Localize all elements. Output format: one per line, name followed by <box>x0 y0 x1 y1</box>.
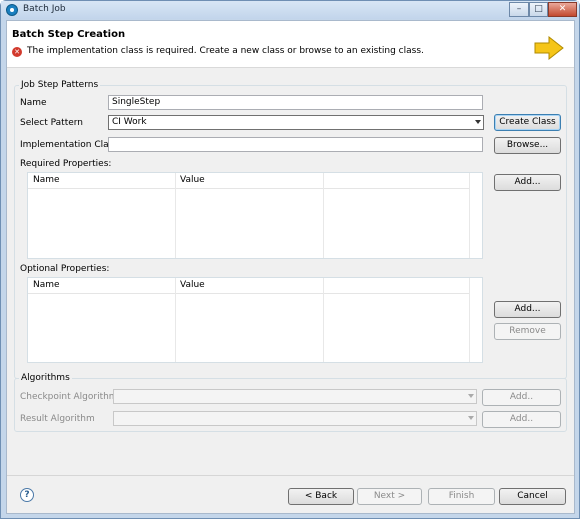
select-pattern-value: CI Work <box>112 117 147 127</box>
chevron-down-icon <box>475 120 481 124</box>
column-divider <box>323 173 324 258</box>
next-button[interactable]: Next > <box>357 488 422 505</box>
maximize-button[interactable]: □ <box>529 2 548 17</box>
title-bar[interactable]: Batch Job – □ ✕ <box>1 1 579 19</box>
checkpoint-add-button[interactable]: Add.. <box>482 389 561 406</box>
result-algorithm-label: Result Algorithm <box>20 414 95 424</box>
optional-remove-button[interactable]: Remove <box>494 323 561 340</box>
required-properties-table[interactable]: Name Value <box>27 172 483 259</box>
optional-column-name[interactable]: Name <box>33 280 60 290</box>
job-step-patterns-label: Job Step Patterns <box>19 80 101 90</box>
footer-separator <box>7 475 574 476</box>
implementation-class-label: Implementation Class <box>20 140 119 150</box>
checkpoint-algorithm-dropdown[interactable] <box>113 389 477 404</box>
optional-table-scrollbar[interactable] <box>469 278 482 362</box>
select-pattern-label: Select Pattern <box>20 118 84 128</box>
error-icon: ✕ <box>12 47 22 57</box>
close-button[interactable]: ✕ <box>548 2 577 17</box>
optional-add-button[interactable]: Add... <box>494 301 561 318</box>
column-divider <box>175 278 176 362</box>
minimize-button[interactable]: – <box>509 2 529 17</box>
back-button[interactable]: < Back <box>288 488 354 505</box>
optional-properties-label: Optional Properties: <box>20 264 110 274</box>
column-divider <box>175 173 176 258</box>
error-message: The implementation class is required. Cr… <box>27 46 424 56</box>
wizard-banner: Batch Step Creation ✕ The implementation… <box>7 21 574 68</box>
optional-column-value[interactable]: Value <box>180 280 205 290</box>
name-label: Name <box>20 98 47 108</box>
create-class-button[interactable]: Create Class <box>494 114 561 131</box>
banner-title: Batch Step Creation <box>12 29 126 40</box>
checkpoint-algorithm-label: Checkpoint Algorithm <box>20 392 118 402</box>
result-algorithm-dropdown[interactable] <box>113 411 477 426</box>
chevron-down-icon <box>468 394 474 398</box>
algorithms-label: Algorithms <box>19 373 72 383</box>
required-column-value[interactable]: Value <box>180 175 205 185</box>
required-properties-label: Required Properties: <box>20 159 112 169</box>
required-column-name[interactable]: Name <box>33 175 60 185</box>
cancel-button[interactable]: Cancel <box>499 488 566 505</box>
optional-properties-table[interactable]: Name Value <box>27 277 483 363</box>
window-title: Batch Job <box>23 4 66 14</box>
column-divider <box>323 278 324 362</box>
optional-table-header: Name Value <box>28 278 482 294</box>
select-pattern-dropdown[interactable]: CI Work <box>108 115 484 130</box>
chevron-down-icon <box>468 416 474 420</box>
required-table-scrollbar[interactable] <box>469 173 482 258</box>
implementation-class-field[interactable] <box>108 137 483 152</box>
app-icon <box>6 4 18 16</box>
required-table-header: Name Value <box>28 173 482 189</box>
result-add-button[interactable]: Add.. <box>482 411 561 428</box>
name-field[interactable]: SingleStep <box>108 95 483 110</box>
wizard-arrow-icon <box>534 36 564 60</box>
required-add-button[interactable]: Add... <box>494 174 561 191</box>
finish-button[interactable]: Finish <box>428 488 495 505</box>
dialog-client-area: Batch Step Creation ✕ The implementation… <box>6 20 575 514</box>
batch-job-window: Batch Job – □ ✕ Batch Step Creation ✕ Th… <box>0 0 580 519</box>
browse-button[interactable]: Browse... <box>494 137 561 154</box>
help-icon[interactable]: ? <box>20 488 34 502</box>
